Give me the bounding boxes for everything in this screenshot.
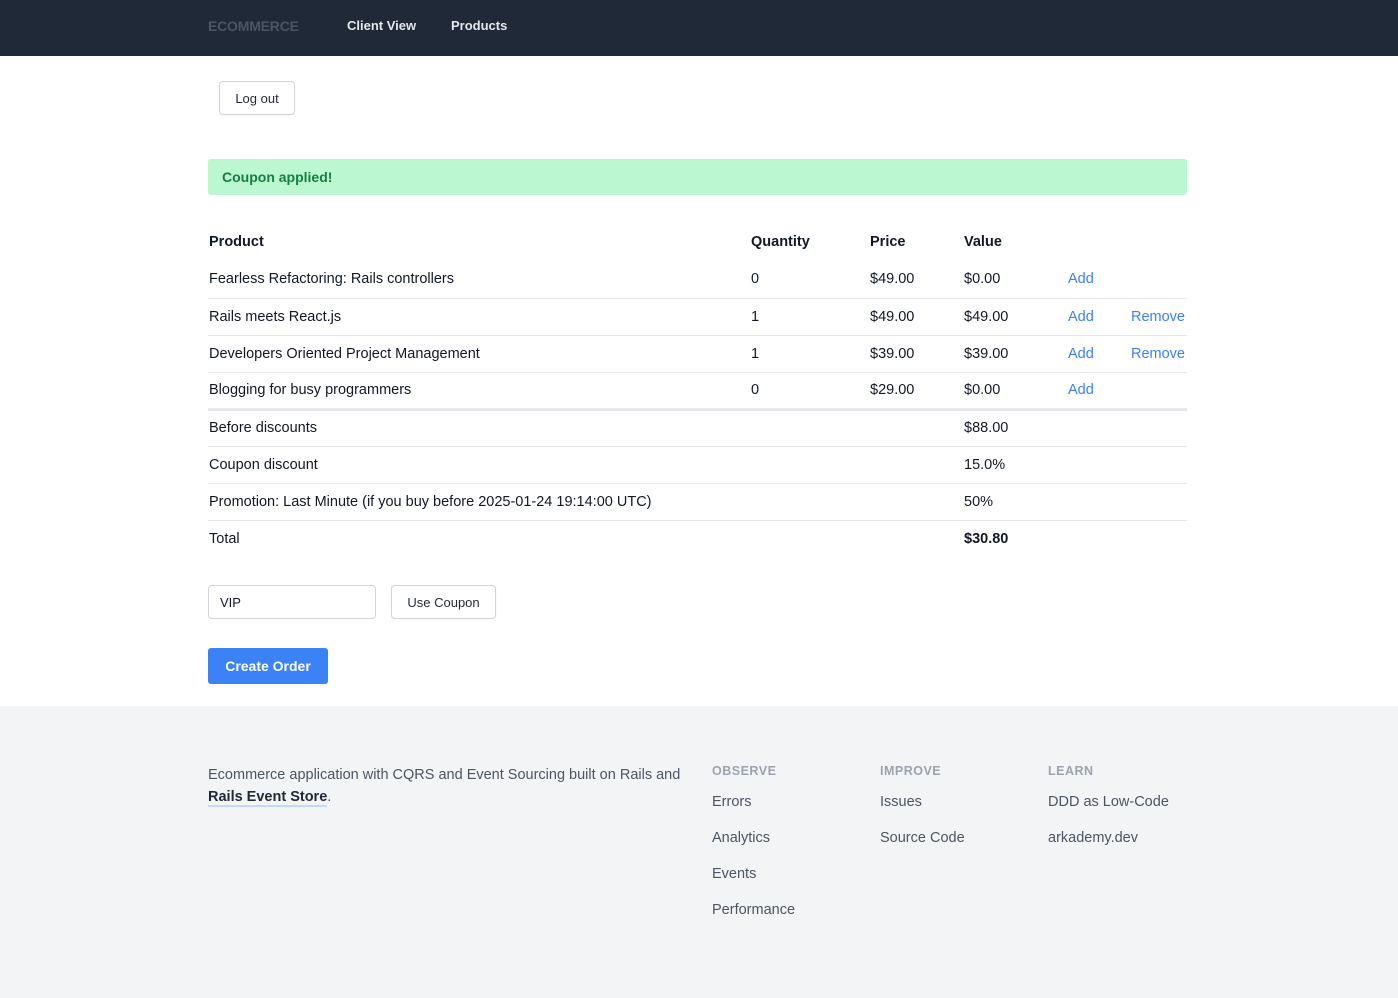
summary-row: Promotion: Last Minute (if you buy befor… xyxy=(208,483,1187,521)
product-quantity: 1 xyxy=(750,335,869,373)
footer-column-learn: LEARN DDD as Low-Code arkademy.dev xyxy=(1048,764,1169,866)
remove-link[interactable]: Remove xyxy=(1131,309,1185,325)
alert-message: Coupon applied! xyxy=(222,169,333,185)
header-product: Product xyxy=(209,234,264,250)
product-quantity: 0 xyxy=(750,261,869,299)
summary-value: $88.00 xyxy=(963,409,1067,447)
footer-description: Ecommerce application with CQRS and Even… xyxy=(208,767,681,807)
footer-heading: OBSERVE xyxy=(712,764,777,778)
product-price: $49.00 xyxy=(869,261,963,299)
summary-label: Coupon discount xyxy=(208,446,963,484)
footer-link-arkademy[interactable]: arkademy.dev xyxy=(1048,830,1169,866)
remove-link[interactable]: Remove xyxy=(1131,346,1185,362)
table-row: Rails meets React.js 1 $49.00 $49.00 Add… xyxy=(208,298,1187,336)
product-price: $29.00 xyxy=(869,372,963,411)
product-value: $0.00 xyxy=(963,372,1067,411)
summary-value: 50% xyxy=(963,483,1067,521)
summary-row: Before discounts $88.00 xyxy=(208,409,1187,447)
product-price: $39.00 xyxy=(869,335,963,373)
add-link[interactable]: Add xyxy=(1068,382,1094,398)
brand-logo[interactable]: ECOMMERCE xyxy=(208,18,299,34)
footer-link-issues[interactable]: Issues xyxy=(880,794,965,830)
header-value: Value xyxy=(964,234,1002,250)
logout-button[interactable]: Log out xyxy=(219,81,295,115)
summary-label: Promotion: Last Minute (if you buy befor… xyxy=(208,483,963,521)
summary-label: Before discounts xyxy=(208,409,963,447)
top-navbar: ECOMMERCE Client View Products xyxy=(0,0,1398,56)
table-row: Blogging for busy programmers 0 $29.00 $… xyxy=(208,372,1187,411)
product-value: $39.00 xyxy=(963,335,1067,373)
footer: Ecommerce application with CQRS and Even… xyxy=(0,706,1398,998)
product-name: Fearless Refactoring: Rails controllers xyxy=(208,261,750,299)
add-link[interactable]: Add xyxy=(1068,346,1094,362)
footer-heading: IMPROVE xyxy=(880,764,942,778)
footer-link-ddd[interactable]: DDD as Low-Code xyxy=(1048,794,1169,830)
nav-link-client-view[interactable]: Client View xyxy=(347,18,416,33)
product-value: $49.00 xyxy=(963,298,1067,336)
summary-row-total: Total $30.80 xyxy=(208,520,1187,557)
footer-column-observe: OBSERVE Errors Analytics Events Performa… xyxy=(712,764,795,938)
footer-link-analytics[interactable]: Analytics xyxy=(712,830,795,866)
footer-column-improve: IMPROVE Issues Source Code xyxy=(880,764,965,866)
footer-link-events[interactable]: Events xyxy=(712,866,795,902)
footer-heading: LEARN xyxy=(1048,764,1094,778)
table-row: Fearless Refactoring: Rails controllers … xyxy=(208,261,1187,299)
product-name: Blogging for busy programmers xyxy=(208,372,750,411)
footer-link-performance[interactable]: Performance xyxy=(712,902,795,938)
product-price: $49.00 xyxy=(869,298,963,336)
add-link[interactable]: Add xyxy=(1068,309,1094,325)
summary-label: Total xyxy=(209,530,240,547)
cart-table: Product Quantity Price Value Fearless Re… xyxy=(208,223,1187,557)
summary-row: Coupon discount 15.0% xyxy=(208,446,1187,484)
header-price: Price xyxy=(870,234,906,250)
summary-value: 15.0% xyxy=(963,446,1067,484)
product-name: Rails meets React.js xyxy=(208,298,750,336)
table-header-row: Product Quantity Price Value xyxy=(208,223,1187,261)
footer-link-source-code[interactable]: Source Code xyxy=(880,830,965,866)
footer-link-errors[interactable]: Errors xyxy=(712,794,795,830)
header-quantity: Quantity xyxy=(751,234,810,250)
product-quantity: 1 xyxy=(750,298,869,336)
rails-event-store-link[interactable]: Rails Event Store xyxy=(208,789,328,807)
product-name: Developers Oriented Project Management xyxy=(208,335,750,373)
success-alert: Coupon applied! xyxy=(208,159,1187,195)
use-coupon-button[interactable]: Use Coupon xyxy=(391,585,496,619)
product-value: $0.00 xyxy=(963,261,1067,299)
total-value: $30.80 xyxy=(964,530,1009,547)
table-row: Developers Oriented Project Management 1… xyxy=(208,335,1187,373)
add-link[interactable]: Add xyxy=(1068,271,1094,287)
create-order-button[interactable]: Create Order xyxy=(208,648,328,684)
nav-link-products[interactable]: Products xyxy=(451,18,507,33)
coupon-input[interactable] xyxy=(208,585,376,619)
product-quantity: 0 xyxy=(750,372,869,411)
